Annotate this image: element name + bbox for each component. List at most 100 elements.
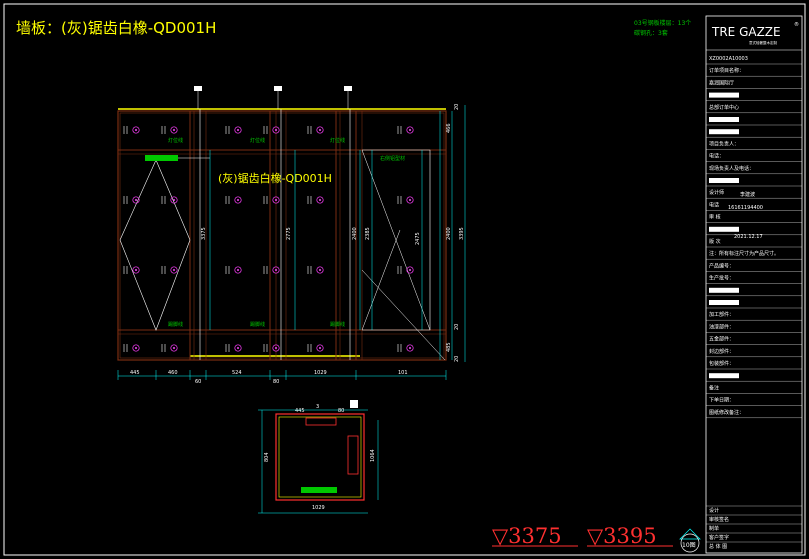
- vertical-dim-labels: 3375 2775 2400 2385 2475 2400 3395: [201, 227, 465, 245]
- svg-text:3395: 3395: [459, 227, 465, 240]
- title-block: TRE GAZZE 意式轻奢整木定制 ® XZ0002A10003 订单项目名称：…: [705, 15, 803, 554]
- note-line-2: 碳钢孔：3套: [634, 29, 668, 37]
- fastener-icon: [123, 196, 140, 204]
- fastener-icon: [161, 344, 178, 352]
- issue-date: 2021.12.17: [734, 234, 763, 240]
- plan-view: 445 3 80 1029 804 1064: [258, 400, 379, 514]
- svg-text:灯位线: 灯位线: [250, 137, 265, 144]
- title-block-row: 设计师: [709, 189, 724, 196]
- registered-icon: ®: [794, 21, 799, 28]
- right-diagonal-2: [361, 229, 401, 331]
- redacted-block: [709, 178, 739, 183]
- bottom-dim-labels: 445 460 60 524 80 1029 101: [130, 370, 408, 385]
- page-number: 10图: [682, 542, 696, 549]
- svg-text:2775: 2775: [286, 227, 292, 240]
- plan-marker: [350, 400, 358, 408]
- drawing-border: [3, 3, 806, 556]
- title-block-row: 项目负责人：: [709, 140, 739, 147]
- svg-text:灯位线: 灯位线: [330, 137, 345, 144]
- fastener-icon: [123, 344, 140, 352]
- svg-text:20: 20: [454, 104, 460, 110]
- svg-text:60: 60: [195, 379, 201, 385]
- fastener-icon: [397, 344, 414, 352]
- svg-text:2475: 2475: [415, 232, 421, 245]
- svg-text:踢脚线: 踢脚线: [250, 321, 265, 328]
- fastener-icon: [307, 126, 324, 134]
- elevation-view: (灰)锯齿白橡-QD001H 右侧铝型材 灯位线 灯位线 灯位线 踢脚线 踢脚线…: [117, 86, 466, 385]
- brand-logo: TRE GAZZE: [711, 25, 781, 39]
- plan-top-fixture: [305, 417, 337, 426]
- title-block-bottom-row: 总 体 图: [709, 543, 727, 550]
- fastener-icon: [307, 196, 324, 204]
- title-block-row: 油漆部件：: [709, 323, 734, 330]
- title-block-row: 嘉润国际厅: [709, 79, 734, 86]
- level-mark-1: ▽3375: [492, 524, 562, 548]
- designer-name: 李建波: [740, 191, 755, 198]
- hanger-markers: [194, 86, 352, 109]
- fastener-icon: [161, 196, 178, 204]
- svg-text:20: 20: [454, 356, 460, 362]
- svg-text:3375: 3375: [201, 227, 207, 240]
- fastener-icon: [161, 266, 178, 274]
- plan-green-strip: [301, 487, 337, 493]
- fastener-icon: [397, 196, 414, 204]
- fastener-icon: [123, 126, 140, 134]
- redacted-block: [709, 129, 739, 135]
- svg-text:踢脚线: 踢脚线: [330, 321, 345, 328]
- title-block-row: 图纸修改备注：: [709, 409, 744, 416]
- fastener-icon: [397, 266, 414, 274]
- fastener-icon: [225, 126, 242, 134]
- svg-text:80: 80: [338, 408, 344, 414]
- green-tags: 灯位线 灯位线 灯位线 踢脚线 踢脚线 踢脚线: [168, 137, 345, 328]
- svg-text:3: 3: [316, 404, 319, 410]
- diamond-left: [119, 159, 191, 331]
- redacted-block: [709, 117, 739, 122]
- svg-text:灯位线: 灯位线: [168, 137, 183, 144]
- title-block-row: 注：所有标注尺寸为产品尺寸。: [709, 250, 779, 257]
- svg-text:1029: 1029: [312, 505, 325, 511]
- svg-text:460: 460: [168, 370, 178, 376]
- redacted-block: [709, 226, 739, 232]
- svg-text:1029: 1029: [314, 370, 327, 376]
- fastener-icon: [225, 344, 242, 352]
- title-block-row: 封边部件：: [709, 348, 734, 355]
- designer-phone: 16161194400: [728, 205, 763, 211]
- svg-text:101: 101: [398, 370, 408, 376]
- note-line-1: 03号钢板楼层：13个: [634, 19, 691, 27]
- title-block-row: 订单项目名称：: [709, 67, 744, 74]
- title-block-row: 五金部件：: [709, 336, 734, 343]
- panel-material-label: (灰)锯齿白橡-QD001H: [218, 171, 332, 185]
- fastener-icon: [225, 196, 242, 204]
- title-block-row: 版 次: [709, 238, 721, 245]
- title-block-row: 包装部件：: [709, 360, 734, 367]
- title-block-row: 审 核: [709, 214, 721, 221]
- right-diagonal-3: [361, 269, 446, 361]
- title-block-bottom: 设计审核签名制单客户签字总 体 图: [706, 505, 802, 550]
- cad-drawing-canvas: 墙板：(灰)锯齿白橡-QD001H 03号钢板楼层：13个 碳钢孔：3套 (灰)…: [3, 3, 806, 556]
- svg-text:2400: 2400: [352, 227, 358, 240]
- title-block-row: 总部订单中心: [709, 104, 739, 111]
- drawing-title: 墙板：(灰)锯齿白橡-QD001H: [16, 19, 216, 37]
- title-block-row: 下单日期：: [709, 397, 734, 404]
- plan-outline-yellow: [278, 416, 362, 498]
- fastener-icon: [263, 344, 280, 352]
- svg-text:445: 445: [130, 370, 140, 376]
- svg-text:485: 485: [446, 342, 452, 352]
- svg-text:1064: 1064: [370, 449, 376, 462]
- svg-text:2385: 2385: [365, 227, 371, 240]
- svg-text:2400: 2400: [446, 227, 452, 240]
- title-block-row: 生产批号：: [709, 275, 734, 282]
- title-block-bottom-row: 设计: [709, 507, 719, 514]
- svg-text:20: 20: [454, 324, 460, 330]
- redacted-block: [709, 287, 739, 293]
- level-mark-2: ▽3395: [587, 524, 657, 548]
- fastener-icon: [161, 126, 178, 134]
- redacted-block: [709, 300, 739, 305]
- svg-text:445: 445: [295, 408, 305, 414]
- svg-text:804: 804: [264, 452, 270, 462]
- title-block-row: 产品编号：: [709, 262, 734, 269]
- fastener-icon: [263, 126, 280, 134]
- side-note: 右侧铝型材: [380, 155, 405, 162]
- title-block-row: 现场负责人及电话：: [709, 165, 754, 172]
- fastener-icon: [263, 196, 280, 204]
